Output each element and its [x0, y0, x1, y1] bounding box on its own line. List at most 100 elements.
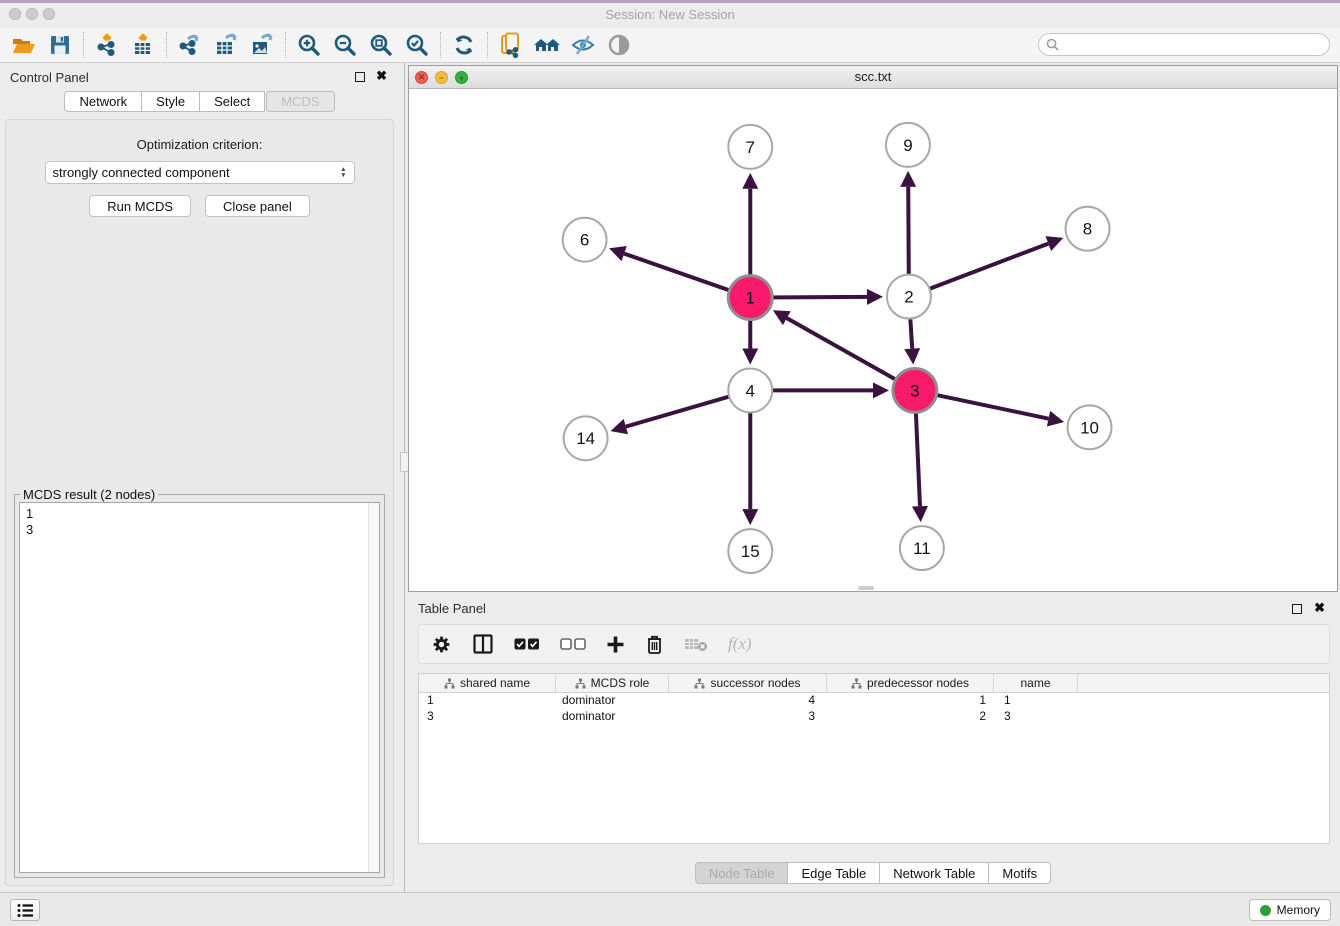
float-panel-icon[interactable] — [355, 72, 365, 82]
export-image-button[interactable] — [244, 30, 280, 60]
column-header-predecessor-nodes[interactable]: predecessor nodes — [827, 674, 994, 692]
delete-column-button[interactable] — [645, 632, 664, 656]
close-panel-button[interactable]: Close panel — [205, 195, 310, 217]
tree-icon — [575, 678, 586, 689]
refresh-view-button[interactable] — [446, 30, 482, 60]
open-session-button[interactable] — [6, 30, 42, 60]
run-mcds-button[interactable]: Run MCDS — [89, 195, 191, 217]
criterion-value: strongly connected component — [53, 165, 230, 180]
control-panel-header: Control Panel ✖ — [0, 63, 399, 89]
svg-text:8: 8 — [1083, 220, 1092, 239]
tab-edge-table[interactable]: Edge Table — [788, 862, 880, 884]
float-table-panel-icon[interactable] — [1292, 604, 1302, 614]
tab-mcds[interactable]: MCDS — [266, 91, 334, 112]
panel-divider[interactable] — [404, 63, 405, 892]
export-network-button[interactable] — [172, 30, 208, 60]
open-folder-icon — [11, 33, 37, 57]
network-graph[interactable]: 7968124314101511 — [409, 89, 1337, 591]
tab-select[interactable]: Select — [200, 91, 265, 112]
result-scrollbar[interactable] — [368, 503, 379, 872]
tab-style[interactable]: Style — [142, 91, 200, 112]
network-window-titlebar[interactable]: ✕ − + scc.txt — [409, 66, 1337, 89]
mcds-panel: Optimization criterion: strongly connect… — [5, 119, 394, 886]
column-header-mcds-role[interactable]: MCDS role — [556, 674, 669, 692]
column-header-shared-name[interactable]: shared name — [419, 674, 556, 692]
clone-network-button[interactable] — [493, 30, 529, 60]
import-table-button[interactable] — [125, 30, 161, 60]
toolbar-separator — [285, 32, 286, 58]
mcds-result-list[interactable]: 1 3 — [19, 502, 380, 873]
zoom-in-button[interactable] — [291, 30, 327, 60]
svg-text:2: 2 — [904, 288, 913, 307]
hide-selected-button[interactable] — [565, 30, 601, 60]
plus-icon — [606, 635, 625, 654]
toggle-columns-button[interactable] — [472, 632, 494, 656]
svg-text:11: 11 — [913, 539, 931, 558]
show-all-button[interactable] — [529, 30, 565, 60]
svg-text:7: 7 — [746, 138, 755, 157]
zoom-in-icon — [297, 33, 321, 57]
add-column-button[interactable] — [606, 632, 625, 656]
list-icon — [17, 903, 34, 918]
toolbar-separator — [166, 32, 167, 58]
delete-table-icon — [684, 636, 708, 652]
gear-icon — [431, 634, 452, 655]
select-all-icon — [514, 638, 540, 651]
network-title: scc.txt — [409, 69, 1337, 84]
close-table-panel-icon[interactable]: ✖ — [1314, 601, 1325, 615]
zoom-out-icon — [333, 33, 357, 57]
zoom-selected-button[interactable] — [399, 30, 435, 60]
table-settings-button[interactable] — [431, 632, 452, 656]
search-icon — [1046, 38, 1059, 51]
svg-text:1: 1 — [746, 289, 755, 308]
trash-icon — [645, 633, 664, 655]
select-all-button[interactable] — [514, 632, 540, 656]
table-toolbar: f(x) — [418, 624, 1330, 664]
delete-table-button[interactable] — [684, 632, 708, 656]
tree-icon — [444, 678, 455, 689]
save-session-button[interactable] — [42, 30, 78, 60]
search-field[interactable] — [1038, 33, 1330, 56]
canvas-scroll-thumb[interactable] — [858, 586, 874, 590]
export-table-button[interactable] — [208, 30, 244, 60]
close-panel-icon[interactable]: ✖ — [376, 69, 387, 83]
task-history-button[interactable] — [10, 899, 40, 921]
import-network-icon — [94, 32, 120, 58]
homes-icon — [533, 33, 561, 57]
criterion-select[interactable]: strongly connected component ▲▼ — [45, 161, 355, 184]
zoom-out-button[interactable] — [327, 30, 363, 60]
mcds-result-title: MCDS result (2 nodes) — [20, 487, 158, 502]
network-canvas[interactable]: 7968124314101511 — [409, 89, 1337, 591]
toolbar-separator — [487, 32, 488, 58]
memory-status-icon — [1260, 905, 1271, 916]
zoom-fit-button[interactable] — [363, 30, 399, 60]
import-network-button[interactable] — [89, 30, 125, 60]
svg-text:3: 3 — [910, 381, 919, 400]
svg-text:9: 9 — [903, 136, 912, 155]
deselect-all-icon — [560, 638, 586, 651]
deselect-all-button[interactable] — [560, 632, 586, 656]
tab-motifs[interactable]: Motifs — [989, 862, 1051, 884]
memory-button[interactable]: Memory — [1249, 899, 1331, 921]
function-builder-button[interactable]: f(x) — [728, 632, 752, 656]
tab-network[interactable]: Network — [64, 91, 142, 112]
column-header-successor-nodes[interactable]: successor nodes — [669, 674, 827, 692]
column-header-name[interactable]: name — [994, 674, 1078, 692]
table-row[interactable]: 1 dominator 4 1 1 — [419, 693, 1329, 709]
control-panel-tabs: Network Style Select MCDS — [0, 91, 399, 112]
table-row[interactable]: 3 dominator 3 2 3 — [419, 709, 1329, 725]
svg-text:10: 10 — [1080, 418, 1099, 437]
toolbar-separator — [83, 32, 84, 58]
table-panel-title: Table Panel — [418, 601, 486, 616]
tab-node-table[interactable]: Node Table — [695, 862, 789, 884]
toolbar-separator — [440, 32, 441, 58]
show-hidden-button[interactable] — [601, 30, 637, 60]
tab-network-table[interactable]: Network Table — [880, 862, 989, 884]
search-input[interactable] — [1063, 38, 1329, 52]
mcds-result-group: MCDS result (2 nodes) 1 3 — [14, 494, 385, 878]
eye-slash-icon — [570, 33, 596, 57]
zoom-selected-icon — [405, 33, 429, 57]
import-table-icon — [130, 32, 156, 58]
tree-icon — [851, 678, 862, 689]
zoom-fit-icon — [369, 33, 393, 57]
